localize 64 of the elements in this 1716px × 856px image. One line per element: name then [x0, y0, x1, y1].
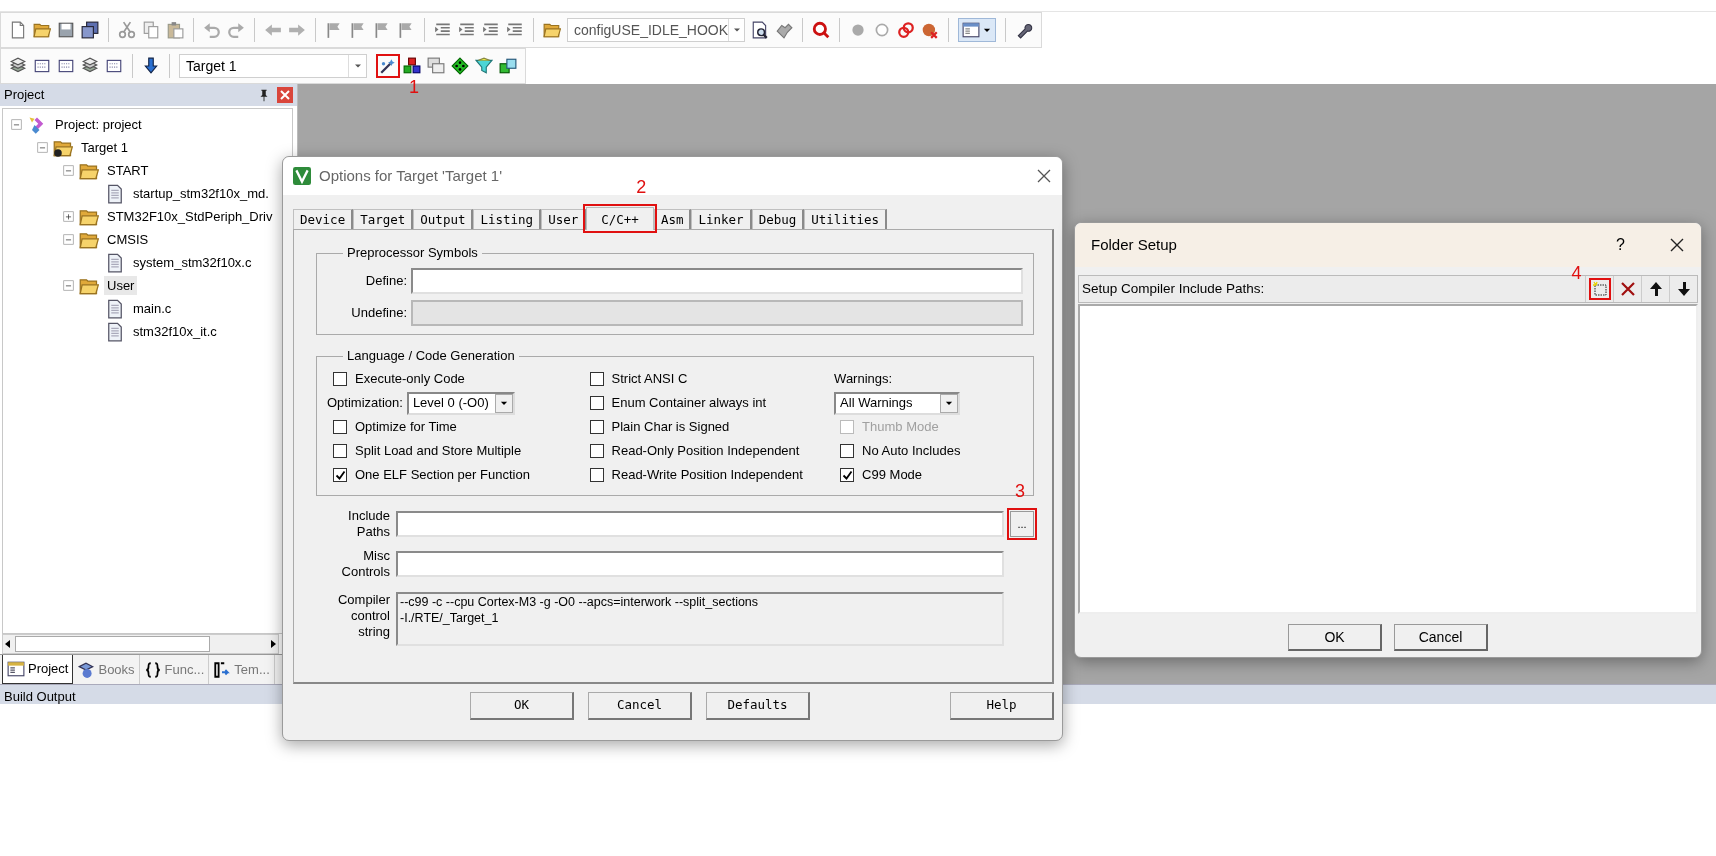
dialog-button[interactable]: Cancel [1394, 624, 1488, 651]
dialog-button[interactable]: Defaults [706, 692, 810, 720]
dropdown[interactable]: All Warnings [834, 391, 961, 415]
checkbox-label: Split Load and Store Multiple [355, 442, 522, 461]
tree-item[interactable]: main.c [130, 298, 175, 319]
checkbox-label: C99 Mode [862, 466, 923, 485]
tree-item[interactable]: startup_stm32f10x_md. [130, 183, 272, 204]
annotation-number: 2 [636, 177, 647, 197]
checkbox-label: Execute-only Code [355, 370, 465, 389]
panel-title: Build Output [4, 689, 76, 704]
dialog-button[interactable]: OK [1288, 624, 1382, 651]
annotation-number: 4 [1571, 263, 1582, 283]
dialog-title: Folder Setup [1091, 234, 1178, 255]
tab[interactable]: Utilities [804, 209, 887, 229]
checkbox-label: Read-Only Position Independent [611, 442, 800, 461]
field-label: Undefine: [350, 304, 407, 323]
tree-item[interactable]: stm32f10x_it.c [130, 321, 220, 342]
tree-item[interactable]: CMSIS [104, 229, 152, 250]
tab[interactable]: Target [353, 209, 414, 229]
panel-title: Project [4, 86, 46, 105]
field-label: Misc Controls [340, 548, 390, 580]
checkbox-label: No Auto Includes [862, 442, 961, 461]
checkbox-label: Plain Char is Signed [611, 418, 730, 437]
checkbox-label: One ELF Section per Function [355, 466, 530, 485]
target-dropdown[interactable]: Target 1 [179, 54, 367, 78]
tree-item[interactable]: Project: project [52, 114, 145, 135]
tab[interactable]: Listing [473, 209, 542, 229]
tree-item[interactable]: User [104, 275, 138, 296]
tab[interactable]: User [541, 209, 587, 229]
checkbox-label: Strict ANSI C [611, 370, 688, 389]
checkbox-label: Read-Write Position Independent [611, 466, 803, 485]
checkbox-label: Enum Container always int [611, 394, 767, 413]
group-title: Language / Code Generation [346, 347, 516, 365]
list-title: Setup Compiler Include Paths: [1081, 279, 1266, 298]
help-button[interactable]: ? [1616, 233, 1625, 257]
tree-item[interactable]: START [104, 160, 152, 181]
field-label: Optimization: [327, 394, 403, 413]
checkbox-label: Thumb Mode [862, 418, 939, 437]
tab[interactable]: Debug [751, 209, 805, 229]
tab[interactable]: Linker [691, 209, 752, 229]
dropdown[interactable]: Level 0 (-O0) [406, 391, 515, 415]
annotation-number: 1 [409, 77, 419, 97]
symbol-dropdown[interactable]: configUSE_IDLE_HOOK [567, 18, 745, 42]
tab[interactable]: C/C++ [586, 207, 654, 230]
browse-button[interactable]: ... [1010, 511, 1034, 537]
checkbox-label: Optimize for Time [355, 418, 457, 437]
field-label: Define: [364, 272, 407, 291]
group-title: Preprocessor Symbols [346, 244, 479, 262]
tab[interactable]: Device [293, 209, 354, 229]
tree-item[interactable]: STM32F10x_StdPeriph_Driv [104, 206, 276, 227]
field-text: -I./RTE/_Target_1 [400, 610, 500, 626]
tree-item[interactable]: Target 1 [78, 137, 131, 158]
dialog-button[interactable]: OK [470, 692, 574, 720]
field-label: Warnings: [834, 370, 893, 389]
field-label: Compiler control string [337, 592, 390, 640]
dialog-button[interactable]: Cancel [588, 692, 692, 720]
tab[interactable]: Output [413, 209, 474, 229]
panel-tab[interactable]: Project [2, 655, 74, 684]
dialog-title: Options for Target 'Target 1' [319, 165, 503, 186]
annotation-number: 3 [1015, 481, 1025, 501]
field-label: Include Paths [347, 508, 390, 540]
field-text: --c99 -c --cpu Cortex-M3 -g -O0 --apcs=interwork --split_sections [400, 594, 760, 610]
tree-item[interactable]: system_stm32f10x.c [130, 252, 255, 273]
dialog-button[interactable]: Help [950, 692, 1054, 720]
